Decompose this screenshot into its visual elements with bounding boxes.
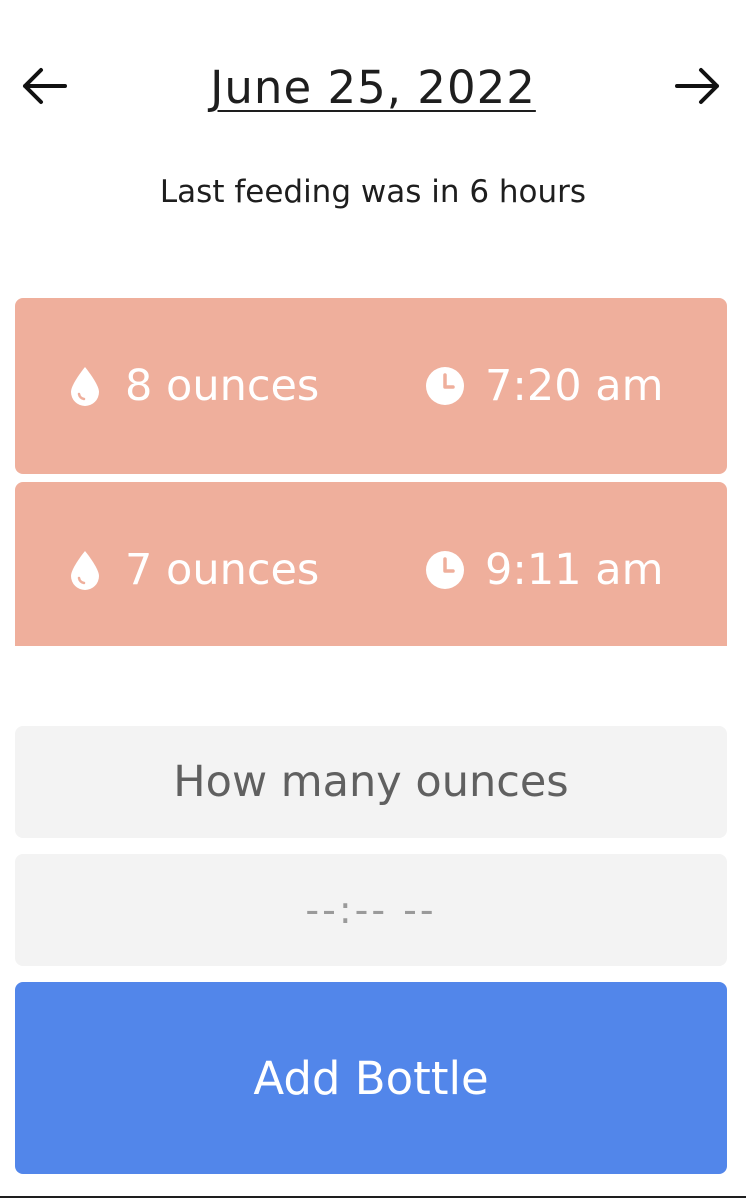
feeding-amount-text: 8 ounces [125,361,320,411]
feeding-list[interactable]: 8 ounces 7:20 am 7 ounces 9:11 am [15,298,727,646]
clock-icon [425,366,465,406]
droplet-icon [65,366,105,406]
last-feeding-status: Last feeding was in 6 hours [159,174,587,210]
bottom-divider [0,1196,746,1198]
droplet-icon [65,550,105,590]
time-input[interactable]: --:-- -- [15,854,727,966]
feeding-time: 7:20 am [425,298,663,474]
feeding-amount: 7 ounces [65,482,319,646]
feeding-time-text: 9:11 am [485,545,664,595]
feeding-card[interactable]: 7 ounces 9:11 am [15,482,727,646]
ounces-input[interactable]: How many ounces [15,726,727,838]
feeding-amount: 8 ounces [65,298,319,474]
bottle-tracker-page: June 25, 2022 Last feeding was in 6 hour… [0,0,746,1200]
clock-icon [425,550,465,590]
add-bottle-label: Add Bottle [253,1051,489,1105]
time-placeholder: --:-- -- [305,888,437,932]
add-bottle-button[interactable]: Add Bottle [15,982,727,1174]
page-title: June 25, 2022 [0,56,746,120]
next-day-button[interactable] [674,62,722,110]
feeding-amount-text: 7 ounces [125,545,320,595]
ounces-placeholder: How many ounces [173,757,569,807]
feeding-time: 9:11 am [425,482,663,646]
arrow-right-icon [675,68,719,104]
date-title-link[interactable]: June 25, 2022 [210,61,536,114]
feeding-time-text: 7:20 am [485,361,664,411]
feeding-card[interactable]: 8 ounces 7:20 am [15,298,727,474]
